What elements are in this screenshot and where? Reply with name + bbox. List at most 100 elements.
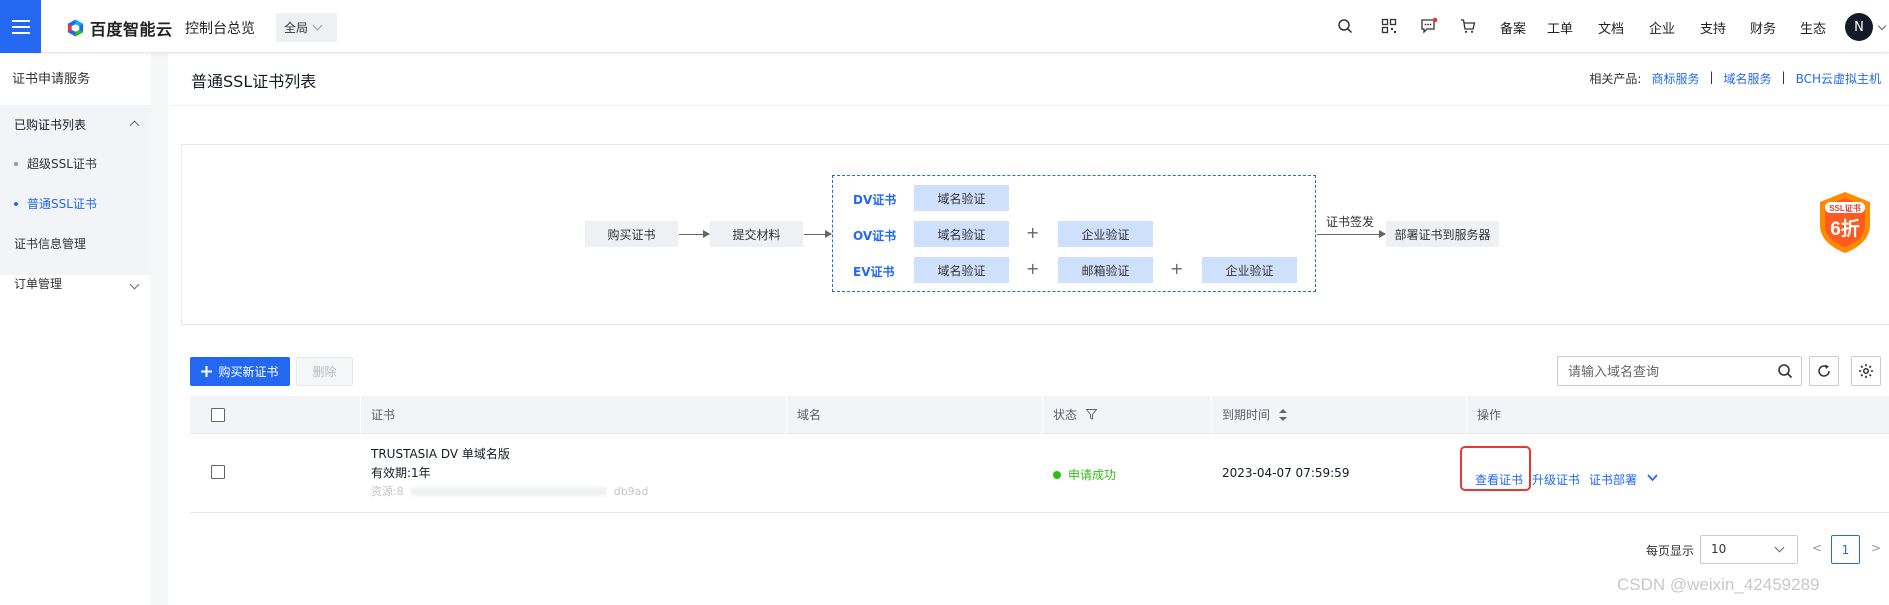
cert-type-dv: DV证书 bbox=[853, 193, 897, 207]
page-title: 普通SSL证书列表 bbox=[191, 72, 317, 91]
table-row: TRUSTASIA DV 单域名版 有效期:1年 资源:8 db9ad 申请成功… bbox=[190, 434, 1889, 513]
sidebar-item-label: 普通SSL证书 bbox=[27, 197, 97, 211]
flow-step-submit: 提交材料 bbox=[710, 221, 803, 247]
chevron-down-icon[interactable] bbox=[1647, 474, 1658, 482]
arrow-icon bbox=[679, 230, 710, 238]
plus-icon bbox=[201, 366, 213, 377]
buy-new-cert-button[interactable]: 购买新证书 bbox=[190, 357, 290, 386]
flow-step-buy: 购买证书 bbox=[585, 221, 678, 247]
th-expire[interactable]: 到期时间 bbox=[1211, 396, 1287, 434]
issue-label: 证书签发 bbox=[1326, 215, 1375, 229]
ev-domain-check: 域名验证 bbox=[914, 257, 1009, 283]
plus-icon: + bbox=[1026, 259, 1040, 278]
sidebar-item-label: 超级SSL证书 bbox=[27, 157, 97, 171]
related-products: 相关产品: 商标服务 | 域名服务 | BCH云虚拟主机 bbox=[1589, 70, 1881, 87]
bullet-icon bbox=[14, 201, 18, 206]
related-link-trademark[interactable]: 商标服务 bbox=[1651, 70, 1699, 87]
promo-top-text: SSL证书 bbox=[1829, 203, 1861, 213]
related-link-domain[interactable]: 域名服务 bbox=[1724, 70, 1772, 87]
settings-button[interactable] bbox=[1851, 356, 1881, 386]
search-icon[interactable] bbox=[1335, 16, 1355, 36]
nav-ecosystem[interactable]: 生态 bbox=[1800, 18, 1826, 37]
watermark: CSDN @weixin_42459289 bbox=[1617, 575, 1820, 594]
nav-ticket[interactable]: 工单 bbox=[1547, 18, 1573, 37]
promo-main-text: 6折 bbox=[1830, 218, 1860, 240]
filter-icon[interactable] bbox=[1085, 409, 1098, 420]
th-actions: 操作 bbox=[1466, 396, 1501, 434]
page-header: 普通SSL证书列表 相关产品: 商标服务 | 域名服务 | BCH云虚拟主机 bbox=[171, 53, 1889, 106]
highlight-annotation bbox=[1460, 446, 1531, 491]
th-cert: 证书 bbox=[360, 396, 395, 434]
sidebar-item-purchased-certs[interactable]: 已购证书列表 bbox=[14, 116, 86, 133]
cert-type-ov: OV证书 bbox=[853, 229, 897, 243]
search-input[interactable] bbox=[1558, 357, 1758, 385]
th-expire-label: 到期时间 bbox=[1222, 408, 1271, 422]
dv-domain-check: 域名验证 bbox=[914, 185, 1009, 211]
nav-finance[interactable]: 财务 bbox=[1750, 18, 1776, 37]
menu-icon[interactable] bbox=[0, 0, 41, 53]
select-all-checkbox[interactable] bbox=[211, 408, 225, 422]
ov-enterprise-check: 企业验证 bbox=[1058, 221, 1153, 247]
arrow-icon bbox=[804, 230, 832, 238]
refresh-button[interactable] bbox=[1809, 356, 1839, 386]
resource-tail: db9ad bbox=[613, 485, 649, 498]
search-icon[interactable] bbox=[1777, 363, 1793, 379]
status-dot-icon bbox=[1053, 471, 1061, 479]
nav-support[interactable]: 支持 bbox=[1700, 18, 1726, 37]
region-select[interactable]: 全局 bbox=[276, 13, 337, 42]
nav-docs[interactable]: 文档 bbox=[1598, 18, 1624, 37]
related-label: 相关产品: bbox=[1589, 72, 1642, 86]
th-domain: 域名 bbox=[786, 396, 821, 434]
sidebar-item-super-ssl[interactable]: 超级SSL证书 bbox=[14, 155, 97, 172]
chevron-down-icon[interactable] bbox=[129, 279, 140, 290]
page-size-select[interactable]: 10 bbox=[1700, 535, 1798, 564]
cert-type-ev: EV证书 bbox=[853, 265, 895, 279]
message-icon[interactable] bbox=[1419, 16, 1439, 36]
th-status[interactable]: 状态 bbox=[1042, 396, 1098, 434]
chevron-down-icon bbox=[1774, 542, 1785, 553]
divider: | bbox=[1709, 70, 1714, 84]
chevron-down-icon[interactable] bbox=[1877, 21, 1887, 31]
cart-icon[interactable] bbox=[1458, 16, 1478, 36]
sidebar-item-cert-info[interactable]: 证书信息管理 bbox=[14, 235, 86, 252]
console-overview-link[interactable]: 控制台总览 bbox=[185, 18, 255, 38]
page-1-button[interactable]: 1 bbox=[1831, 535, 1860, 564]
status-text: 申请成功 bbox=[1068, 468, 1117, 482]
domain-search[interactable] bbox=[1557, 356, 1802, 386]
discount-badge[interactable]: SSL证书 6折 bbox=[1812, 189, 1878, 255]
ev-email-check: 邮箱验证 bbox=[1058, 257, 1153, 283]
qrcode-icon[interactable] bbox=[1379, 16, 1399, 36]
gear-icon bbox=[1859, 364, 1873, 378]
nav-enterprise[interactable]: 企业 bbox=[1649, 18, 1675, 37]
brand-logo[interactable]: 百度智能云 bbox=[66, 16, 173, 40]
status-badge: 申请成功 bbox=[1053, 466, 1116, 483]
next-page-button[interactable]: > bbox=[1871, 541, 1881, 555]
sort-icon[interactable] bbox=[1278, 409, 1287, 421]
ev-enterprise-check: 企业验证 bbox=[1202, 257, 1297, 283]
top-bar: 百度智能云 控制台总览 全局 备案 工单 文档 企业 支持 财务 生态 N bbox=[0, 0, 1889, 53]
nav-beian[interactable]: 备案 bbox=[1500, 18, 1526, 37]
refresh-icon bbox=[1818, 364, 1830, 377]
cert-name: TRUSTASIA DV 单域名版 bbox=[371, 447, 510, 461]
sidebar-item-normal-ssl[interactable]: 普通SSL证书 bbox=[14, 195, 97, 212]
related-link-bch[interactable]: BCH云虚拟主机 bbox=[1796, 70, 1881, 87]
redacted-block bbox=[411, 487, 607, 496]
deploy-cert-link[interactable]: 证书部署 bbox=[1589, 471, 1637, 488]
sidebar: 证书申请服务 已购证书列表 超级SSL证书 普通SSL证书 证书信息管理 订单管… bbox=[0, 53, 168, 605]
page-size-value: 10 bbox=[1711, 542, 1727, 556]
plus-icon: + bbox=[1170, 259, 1184, 278]
arrow-icon bbox=[1317, 230, 1386, 238]
avatar[interactable]: N bbox=[1845, 13, 1873, 41]
sidebar-item-orders[interactable]: 订单管理 bbox=[14, 275, 62, 292]
bullet-icon bbox=[14, 161, 18, 166]
upgrade-cert-link[interactable]: 升级证书 bbox=[1532, 471, 1580, 488]
plus-icon: + bbox=[1026, 223, 1040, 242]
cert-resource: 资源:8 db9ad bbox=[371, 483, 648, 499]
row-checkbox[interactable] bbox=[211, 465, 225, 479]
buy-button-label: 购买新证书 bbox=[218, 365, 279, 379]
divider: | bbox=[1781, 70, 1786, 84]
sidebar-title: 证书申请服务 bbox=[12, 72, 91, 87]
prev-page-button[interactable]: < bbox=[1812, 541, 1822, 555]
delete-button[interactable]: 删除 bbox=[296, 357, 353, 386]
brand-name: 百度智能云 bbox=[90, 20, 173, 39]
